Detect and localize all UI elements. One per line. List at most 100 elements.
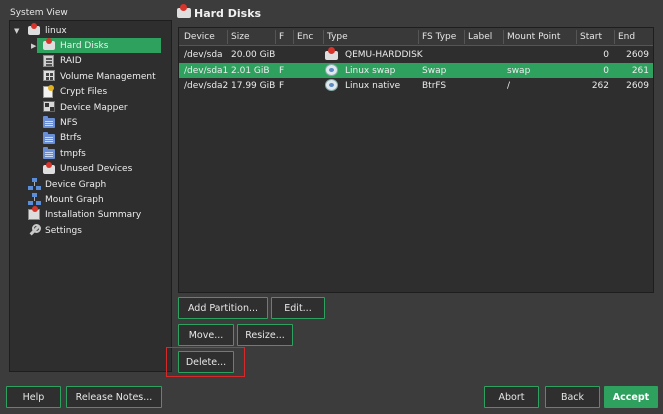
column-separator[interactable] xyxy=(503,30,504,44)
tree-item-device-mapper[interactable]: Device Mapper xyxy=(10,100,171,115)
accept-button[interactable]: Accept xyxy=(604,386,658,408)
cell-device: /dev/sda2 xyxy=(184,81,229,91)
release-notes-button[interactable]: Release Notes... xyxy=(66,386,162,408)
tree-item-hard-disks[interactable]: Hard Disks xyxy=(37,38,161,54)
cell-size: 17.99 GiB xyxy=(231,81,276,91)
edit-button[interactable]: Edit... xyxy=(271,297,325,319)
column-separator[interactable] xyxy=(323,30,324,44)
disk-icon xyxy=(28,23,41,37)
cell-end: 2609 xyxy=(626,81,649,91)
wrench-icon xyxy=(28,224,41,237)
column-separator[interactable] xyxy=(464,30,465,44)
cell-fs-type: BtrFS xyxy=(422,81,447,91)
table-row[interactable]: /dev/sda 20.00 GiB QEMU-HARDDISK 0 2609 xyxy=(179,47,653,62)
cell-start: 0 xyxy=(603,50,609,60)
page-title: Hard Disks xyxy=(194,7,262,20)
help-button[interactable]: Help xyxy=(6,386,61,408)
system-view-tree[interactable]: linux ▼ Hard Disks ▶ RAID Volume Management Cr… xyxy=(9,20,172,372)
tree-item-label: Unused Devices xyxy=(60,164,133,175)
volume-icon xyxy=(43,70,56,83)
cell-start: 0 xyxy=(603,65,609,76)
tree-item-label: NFS xyxy=(60,117,78,128)
tree-item-nfs[interactable]: NFS xyxy=(10,115,171,130)
cell-size: 2.01 GiB xyxy=(231,65,270,76)
column-header-mount-point[interactable]: Mount Point xyxy=(507,32,560,42)
raid-icon xyxy=(43,54,56,68)
tree-item-crypt-files[interactable]: Crypt Files xyxy=(10,84,171,100)
tree-item-label: Settings xyxy=(45,225,82,236)
tree-item-label: tmpfs xyxy=(60,148,86,159)
graph-icon xyxy=(28,193,41,206)
cell-size: 20.00 GiB xyxy=(231,50,276,60)
cell-type: Linux swap xyxy=(345,65,396,76)
cell-device: /dev/sda1 xyxy=(184,65,229,76)
cell-fs-type: Swap xyxy=(422,65,447,76)
mapper-icon xyxy=(43,101,56,114)
tree-item-btrfs[interactable]: Btrfs xyxy=(10,131,171,146)
column-separator[interactable] xyxy=(275,30,276,44)
column-header-type[interactable]: Type xyxy=(327,32,348,42)
column-header-fs-type[interactable]: FS Type xyxy=(422,32,456,42)
cell-type: Linux native xyxy=(345,81,401,91)
column-header-size[interactable]: Size xyxy=(231,32,249,42)
column-separator[interactable] xyxy=(418,30,419,44)
swap-icon xyxy=(325,79,338,91)
tree-item-label: Mount Graph xyxy=(45,194,104,205)
column-separator[interactable] xyxy=(614,30,615,44)
tree-item-label: Btrfs xyxy=(60,133,82,144)
folder-icon xyxy=(43,131,56,145)
tree-item-label: Hard Disks xyxy=(60,40,109,51)
cell-mount: swap xyxy=(507,65,531,76)
column-header-device[interactable]: Device xyxy=(184,32,215,42)
graph-icon xyxy=(28,178,41,191)
cell-f: F xyxy=(279,65,285,76)
column-header-end[interactable]: End xyxy=(618,32,635,42)
tree-item-label: linux xyxy=(45,25,67,36)
abort-button[interactable]: Abort xyxy=(484,386,539,408)
cell-end: 261 xyxy=(631,65,649,76)
cell-device: /dev/sda xyxy=(184,50,223,60)
move-button[interactable]: Move... xyxy=(178,324,234,346)
tree-item-label: Crypt Files xyxy=(60,87,108,98)
hard-disk-icon xyxy=(177,4,191,19)
cell-f: F xyxy=(279,81,285,91)
tree-item-device-graph[interactable]: Device Graph xyxy=(10,177,171,192)
disk-icon xyxy=(43,38,56,52)
disk-icon xyxy=(43,161,56,176)
column-header-f[interactable]: F xyxy=(279,32,284,42)
cell-mount: / xyxy=(507,81,511,91)
tree-item-volume-management[interactable]: Volume Management xyxy=(10,69,171,84)
tree-item-tmpfs[interactable]: tmpfs xyxy=(10,146,171,161)
expand-arrow-down-icon[interactable]: ▼ xyxy=(14,27,19,35)
summary-icon xyxy=(28,205,41,222)
tree-item-settings[interactable]: Settings xyxy=(10,223,171,238)
column-separator[interactable] xyxy=(576,30,577,44)
column-header-start[interactable]: Start xyxy=(580,32,602,42)
folder-icon xyxy=(43,116,56,129)
tree-item-unused-devices[interactable]: Unused Devices xyxy=(10,161,171,177)
column-separator[interactable] xyxy=(227,30,228,44)
tree-item-raid[interactable]: RAID xyxy=(10,54,171,69)
cell-start: 262 xyxy=(591,81,609,91)
table-row[interactable]: /dev/sda1 2.01 GiB F Linux swap Swap swap 0 261 xyxy=(179,62,653,78)
expand-arrow-right-icon[interactable]: ▶ xyxy=(31,42,36,50)
swap-icon xyxy=(325,63,338,76)
file-icon xyxy=(43,84,56,99)
focus-highlight xyxy=(166,347,245,377)
add-partition-button[interactable]: Add Partition... xyxy=(178,297,268,319)
back-button[interactable]: Back xyxy=(545,386,600,408)
tree-item-label: Device Graph xyxy=(45,179,107,190)
tree-item-installation-summary[interactable]: Installation Summary xyxy=(10,205,171,223)
folder-icon xyxy=(43,147,56,160)
cell-type: QEMU-HARDDISK xyxy=(345,50,423,60)
partition-table[interactable]: Device Size F Enc Type FS Type Label Mount Poin… xyxy=(178,27,654,293)
table-row[interactable]: /dev/sda2 17.99 GiB F Linux native BtrFS / 262… xyxy=(179,78,653,93)
cell-end: 2609 xyxy=(626,50,649,60)
column-header-enc[interactable]: Enc xyxy=(297,32,313,42)
disk-icon xyxy=(325,47,338,60)
tree-item-linux[interactable]: linux xyxy=(10,23,171,38)
column-header-label[interactable]: Label xyxy=(468,32,492,42)
column-separator[interactable] xyxy=(293,30,294,44)
resize-button[interactable]: Resize... xyxy=(237,324,293,346)
tree-item-label: Device Mapper xyxy=(60,102,128,113)
